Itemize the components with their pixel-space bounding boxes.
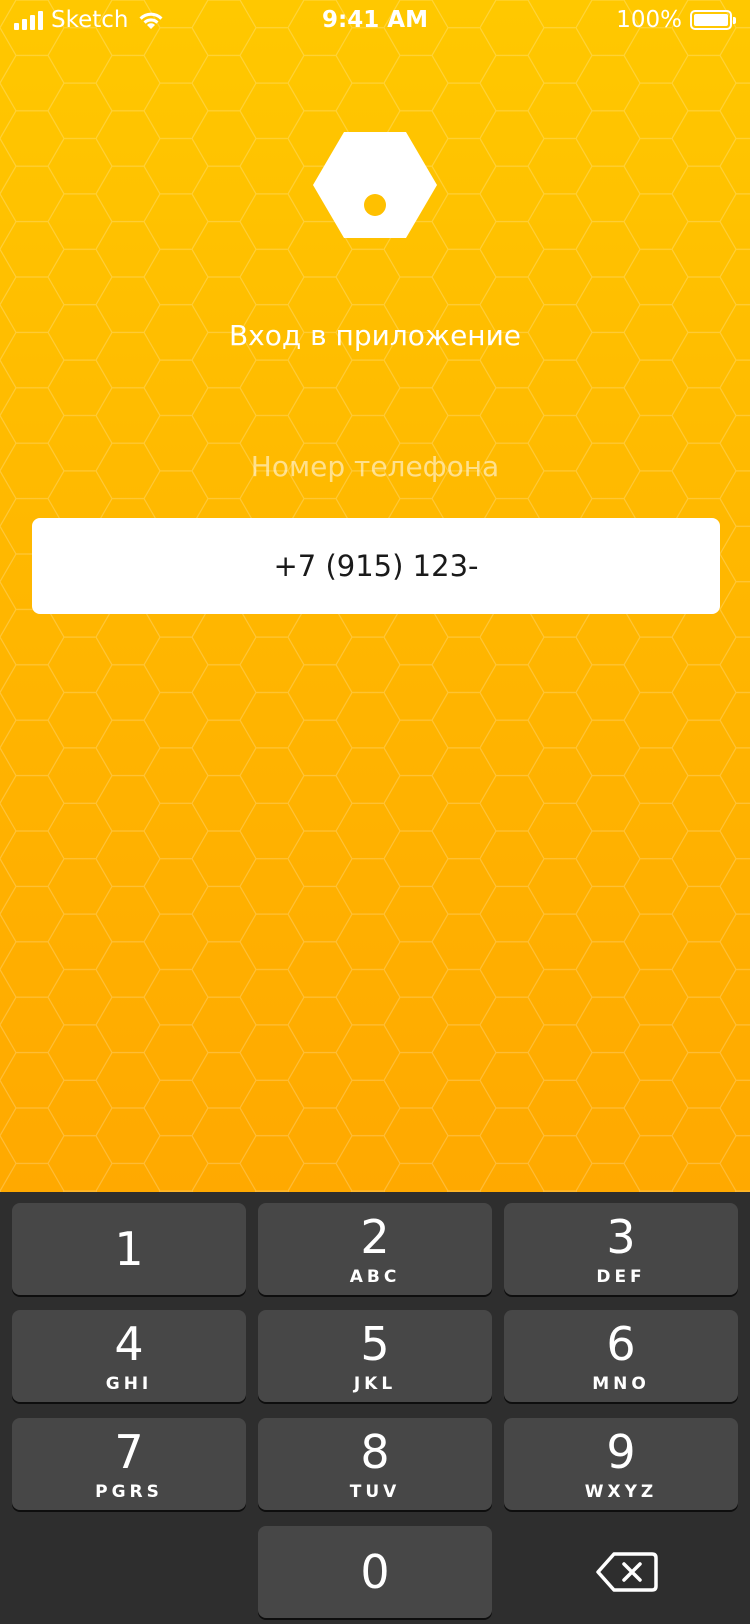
login-screen: Sketch 9:41 AM 100% Вход в приложение Но… [0, 0, 750, 1624]
key-letters: WXYZ [584, 1482, 658, 1502]
key-0[interactable]: 0 [258, 1526, 492, 1618]
key-letters: TUV [349, 1482, 401, 1502]
key-2[interactable]: 2 ABC [258, 1203, 492, 1295]
key-5[interactable]: 5 JKL [258, 1310, 492, 1402]
phone-number-label: Номер телефона [250, 450, 500, 483]
key-6[interactable]: 6 MNO [504, 1310, 738, 1402]
key-digit: 9 [606, 1425, 636, 1479]
key-digit: 8 [360, 1425, 390, 1479]
battery-percentage: 100% [616, 7, 682, 33]
backspace-icon[interactable] [590, 1538, 662, 1606]
key-letters: ABC [349, 1267, 401, 1287]
key-7[interactable]: 7 PGRS [12, 1418, 246, 1510]
key-digit: 3 [606, 1210, 636, 1264]
key-8[interactable]: 8 TUV [258, 1418, 492, 1510]
status-bar: Sketch 9:41 AM 100% [0, 0, 750, 40]
key-letters: PGRS [95, 1482, 163, 1502]
key-digit: 1 [114, 1222, 144, 1276]
page-title: Вход в приложение [228, 319, 522, 352]
key-letters: JKL [353, 1374, 397, 1394]
key-digit: 0 [360, 1545, 390, 1599]
key-1[interactable]: 1 [12, 1203, 246, 1295]
phone-number-input[interactable] [32, 518, 720, 614]
battery-icon [690, 10, 736, 30]
key-digit: 5 [360, 1317, 390, 1371]
key-digit: 7 [114, 1425, 144, 1479]
app-background: Sketch 9:41 AM 100% Вход в приложение Но… [0, 0, 750, 1192]
key-letters: GHI [105, 1374, 153, 1394]
key-digit: 4 [114, 1317, 144, 1371]
key-9[interactable]: 9 WXYZ [504, 1418, 738, 1510]
key-3[interactable]: 3 DEF [504, 1203, 738, 1295]
app-logo-icon [313, 132, 437, 238]
key-4[interactable]: 4 GHI [12, 1310, 246, 1402]
key-letters: MNO [592, 1374, 650, 1394]
status-right: 100% [616, 6, 736, 34]
key-digit: 2 [360, 1210, 390, 1264]
key-digit: 6 [606, 1317, 636, 1371]
key-letters: DEF [596, 1267, 646, 1287]
